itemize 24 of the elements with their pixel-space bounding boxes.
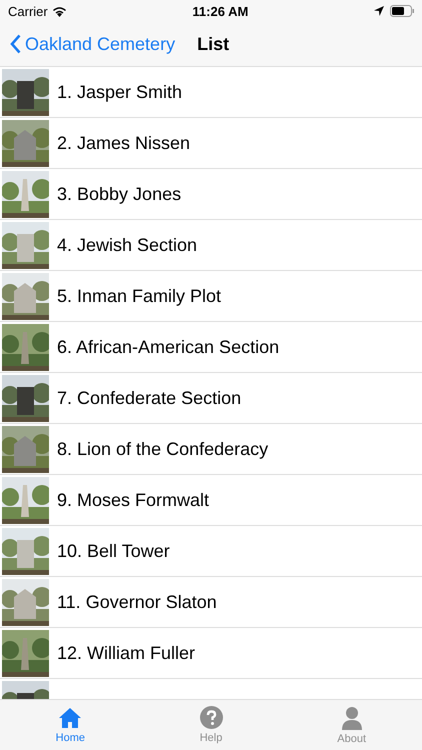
list-item[interactable]: 1. Jasper Smith [57, 82, 182, 102]
list-item[interactable]: 3. Bobby Jones [57, 184, 182, 204]
list-item[interactable]: 9. Moses Formwalt [57, 490, 210, 510]
list-item[interactable]: 12. William Fuller [57, 642, 196, 664]
list-item[interactable]: 6. African-American Section [57, 336, 280, 358]
help-icon [200, 706, 222, 729]
nav-title: List [197, 34, 230, 54]
location-arrow-icon [374, 6, 384, 16]
list-item[interactable]: 10. Bell Tower [57, 540, 170, 562]
list-item[interactable]: 8. Lion of the Confederacy [57, 438, 268, 460]
wifi-icon [52, 6, 67, 16]
battery-icon [390, 5, 414, 17]
list-item[interactable]: 7. Confederate Section [57, 388, 242, 408]
list-item[interactable]: 11. Governor Slaton [57, 592, 217, 612]
chevron-left-icon [10, 34, 21, 54]
tab-bar-item[interactable]: Home [0, 700, 141, 750]
status-time: 11:26 AM [192, 4, 248, 18]
list-item[interactable]: 5. Inman Family Plot [57, 286, 222, 306]
carrier-name: Carrier [8, 4, 48, 18]
person-icon [340, 706, 363, 730]
list-item[interactable]: 4. Jewish Section [57, 234, 198, 256]
home-icon [58, 706, 82, 728]
back-button[interactable]: Oakland Cemetery [10, 34, 176, 54]
list-item[interactable]: 2. James Nissen [57, 132, 190, 154]
